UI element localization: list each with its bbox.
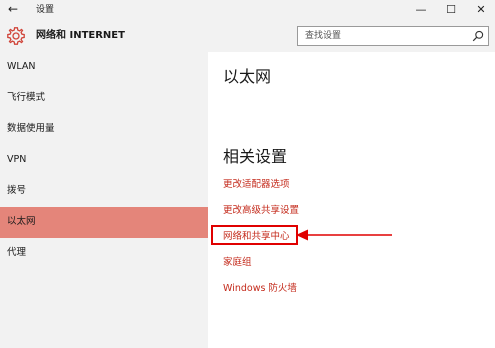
sidebar-item-label: 拨号 [7,185,27,196]
maximize-button[interactable]: ☐ [438,0,464,20]
minimize-button[interactable]: — [408,0,434,20]
search-icon[interactable] [472,30,484,42]
sidebar-item-label: 飞行模式 [7,92,46,103]
change-adapter-options-link[interactable]: 更改适配器选项 [223,178,290,191]
sidebar-item-label: WLAN [7,61,36,72]
sidebar-item-label: 以太网 [7,216,36,227]
sidebar: WLAN 飞行模式 数据使用量 VPN 拨号 以太网 代理 [0,52,208,348]
sidebar-item-ethernet[interactable]: 以太网 [0,207,208,238]
homegroup-link[interactable]: 家庭组 [223,256,252,269]
title-bar: ← 设置 — ☐ ✕ [0,0,495,20]
sidebar-item-vpn[interactable]: VPN [0,145,208,176]
sidebar-item-proxy[interactable]: 代理 [0,238,208,269]
search-box[interactable] [297,26,489,46]
page-header: 网络和 INTERNET [0,20,495,52]
sidebar-item-label: 数据使用量 [7,123,55,134]
search-input[interactable] [298,27,469,45]
sidebar-item-dial-up[interactable]: 拨号 [0,176,208,207]
windows-firewall-link[interactable]: Windows 防火墙 [223,282,297,295]
sidebar-item-wlan[interactable]: WLAN [0,52,208,83]
section-title: 网络和 INTERNET [36,30,125,41]
sidebar-item-airplane-mode[interactable]: 飞行模式 [0,83,208,114]
sidebar-item-data-usage[interactable]: 数据使用量 [0,114,208,145]
sidebar-item-label: VPN [7,154,27,165]
change-advanced-sharing-link[interactable]: 更改高级共享设置 [223,204,299,217]
back-arrow-icon[interactable]: ← [8,1,18,18]
content-pane: 以太网 相关设置 更改适配器选项 更改高级共享设置 网络和共享中心 家庭组 Wi… [208,52,495,348]
gear-icon [7,27,25,45]
red-arrow-annotation [296,229,392,241]
close-button[interactable]: ✕ [468,0,494,20]
highlight-box [211,225,298,245]
page-title: 以太网 [223,67,272,86]
sidebar-item-label: 代理 [7,247,27,258]
window-title: 设置 [36,5,55,15]
related-settings-title: 相关设置 [223,147,288,166]
